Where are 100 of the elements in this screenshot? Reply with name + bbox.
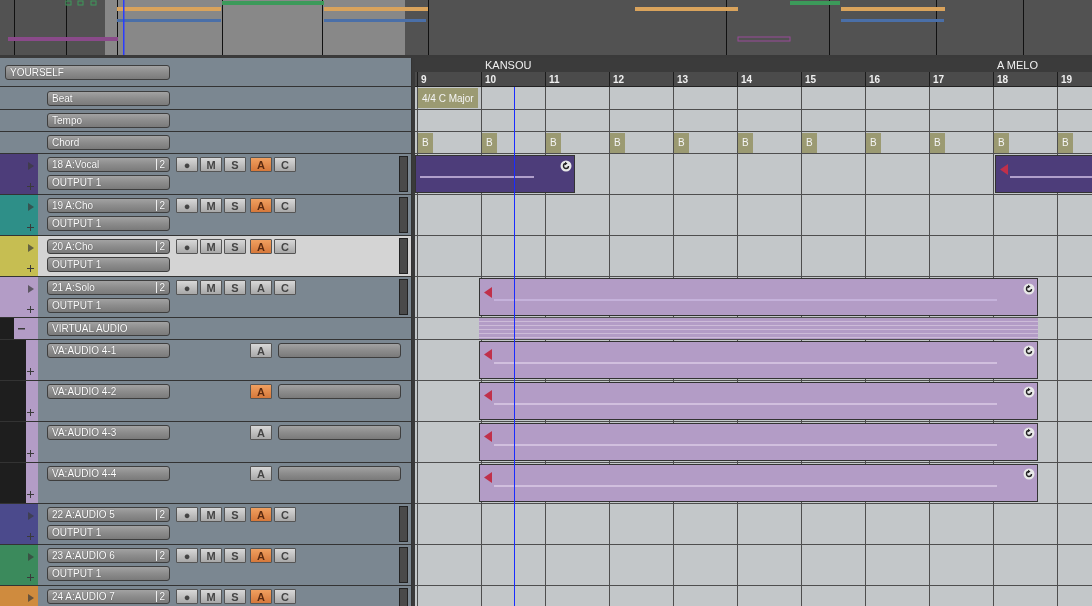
automation-button[interactable]: A (250, 589, 272, 604)
chord-label[interactable]: B (418, 132, 433, 153)
solo-button[interactable]: S (224, 548, 246, 563)
virtual-track-name-field[interactable]: VA:AUDIO 4-1 (47, 343, 170, 358)
expand-arrow-icon[interactable] (28, 244, 34, 252)
global-track-field[interactable]: Chord (47, 135, 170, 150)
track-header[interactable]: 21 A:Solo 2 ● M S A C OUTPUT 1 (0, 277, 412, 318)
chord-label[interactable]: B (930, 132, 945, 153)
track-header[interactable]: 18 A:Vocal 2 ● M S A C OUTPUT 1 (0, 154, 412, 195)
chord-label[interactable]: B (1058, 132, 1073, 153)
time-signature-label[interactable]: 4/4 C Major (418, 88, 478, 108)
track-lane[interactable] (415, 195, 1092, 236)
song-title-field[interactable]: YOURSELF (5, 65, 170, 80)
minus-icon[interactable] (18, 325, 25, 332)
record-button[interactable]: ● (176, 157, 198, 172)
loop-icon[interactable] (1023, 468, 1035, 480)
solo-button[interactable]: S (224, 198, 246, 213)
global-track-field[interactable]: Tempo (47, 113, 170, 128)
clip-button[interactable]: C (274, 280, 296, 295)
chord-label[interactable]: B (674, 132, 689, 153)
audio-clip[interactable] (479, 382, 1038, 420)
chord-label[interactable]: B (546, 132, 561, 153)
track-name-field[interactable]: 24 A:AUDIO 7 2 (47, 589, 170, 604)
chord-label[interactable]: B (482, 132, 497, 153)
marker-label[interactable]: A MELO (993, 59, 1038, 71)
record-button[interactable]: ● (176, 548, 198, 563)
empty-slot-field[interactable] (278, 384, 401, 399)
record-button[interactable]: ● (176, 589, 198, 604)
plus-icon[interactable] (27, 491, 34, 498)
mute-button[interactable]: M (200, 548, 222, 563)
track-lane[interactable] (415, 277, 1092, 318)
loop-icon[interactable] (1023, 427, 1035, 439)
mute-button[interactable]: M (200, 280, 222, 295)
clip-button[interactable]: C (274, 507, 296, 522)
track-lane[interactable] (415, 154, 1092, 195)
expand-arrow-icon[interactable] (28, 285, 34, 293)
track-name-field[interactable]: 18 A:Vocal 2 (47, 157, 170, 172)
solo-button[interactable]: S (224, 157, 246, 172)
clip-button[interactable]: C (274, 548, 296, 563)
automation-button[interactable]: A (250, 384, 272, 399)
chord-label[interactable]: B (802, 132, 817, 153)
record-button[interactable]: ● (176, 198, 198, 213)
automation-button[interactable]: A (250, 239, 272, 254)
plus-icon[interactable] (27, 265, 34, 272)
global-lane[interactable] (415, 110, 1092, 132)
automation-button[interactable]: A (250, 466, 272, 481)
track-lane[interactable] (415, 236, 1092, 277)
global-track-field[interactable]: Beat (47, 90, 170, 106)
solo-button[interactable]: S (224, 507, 246, 522)
automation-button[interactable]: A (250, 343, 272, 358)
mute-button[interactable]: M (200, 507, 222, 522)
automation-button[interactable]: A (250, 157, 272, 172)
global-lane[interactable]: B B B B B B B B B B B (415, 132, 1092, 154)
chord-label[interactable]: B (866, 132, 881, 153)
plus-icon[interactable] (27, 574, 34, 581)
solo-button[interactable]: S (224, 589, 246, 604)
track-lane[interactable] (415, 545, 1092, 586)
clip-button[interactable]: C (274, 198, 296, 213)
solo-button[interactable]: S (224, 280, 246, 295)
output-field[interactable]: OUTPUT 1 (47, 525, 170, 540)
output-field[interactable]: OUTPUT 1 (47, 298, 170, 313)
track-header[interactable]: 20 A:Cho 2 ● M S A C OUTPUT 1 (0, 236, 412, 277)
empty-slot-field[interactable] (278, 466, 401, 481)
automation-button[interactable]: A (250, 198, 272, 213)
chord-label[interactable]: B (738, 132, 753, 153)
track-name-field[interactable]: 22 A:AUDIO 5 2 (47, 507, 170, 522)
track-header[interactable]: 23 A:AUDIO 6 2 ● M S A C OUTPUT 1 (0, 545, 412, 586)
track-name-field[interactable]: 21 A:Solo 2 (47, 280, 170, 295)
record-button[interactable]: ● (176, 507, 198, 522)
clip-button[interactable]: C (274, 239, 296, 254)
record-button[interactable]: ● (176, 239, 198, 254)
empty-slot-field[interactable] (278, 425, 401, 440)
mute-button[interactable]: M (200, 198, 222, 213)
chord-label[interactable]: B (610, 132, 625, 153)
clip-button[interactable]: C (274, 157, 296, 172)
clip-start-marker-icon[interactable] (484, 431, 492, 442)
track-header[interactable]: 22 A:AUDIO 5 2 ● M S A C OUTPUT 1 (0, 504, 412, 545)
track-lane[interactable] (415, 504, 1092, 545)
plus-icon[interactable] (27, 368, 34, 375)
automation-button[interactable]: A (250, 548, 272, 563)
loop-icon[interactable] (1023, 386, 1035, 398)
plus-icon[interactable] (27, 409, 34, 416)
loop-icon[interactable] (560, 160, 572, 172)
record-button[interactable]: ● (176, 280, 198, 295)
virtual-audio-field[interactable]: VIRTUAL AUDIO (47, 321, 170, 336)
automation-button[interactable]: A (250, 425, 272, 440)
track-lane[interactable] (415, 340, 1092, 381)
virtual-track-name-field[interactable]: VA:AUDIO 4-3 (47, 425, 170, 440)
virtual-track-name-field[interactable]: VA:AUDIO 4-4 (47, 466, 170, 481)
mute-button[interactable]: M (200, 157, 222, 172)
audio-clip[interactable] (479, 341, 1038, 379)
loop-icon[interactable] (1023, 345, 1035, 357)
solo-button[interactable]: S (224, 239, 246, 254)
plus-icon[interactable] (27, 450, 34, 457)
track-lane[interactable] (415, 318, 1092, 340)
mute-button[interactable]: M (200, 589, 222, 604)
audio-clip[interactable] (479, 423, 1038, 461)
track-lane[interactable] (415, 422, 1092, 463)
global-lane[interactable]: 4/4 C Major (415, 87, 1092, 110)
virtual-track-name-field[interactable]: VA:AUDIO 4-2 (47, 384, 170, 399)
